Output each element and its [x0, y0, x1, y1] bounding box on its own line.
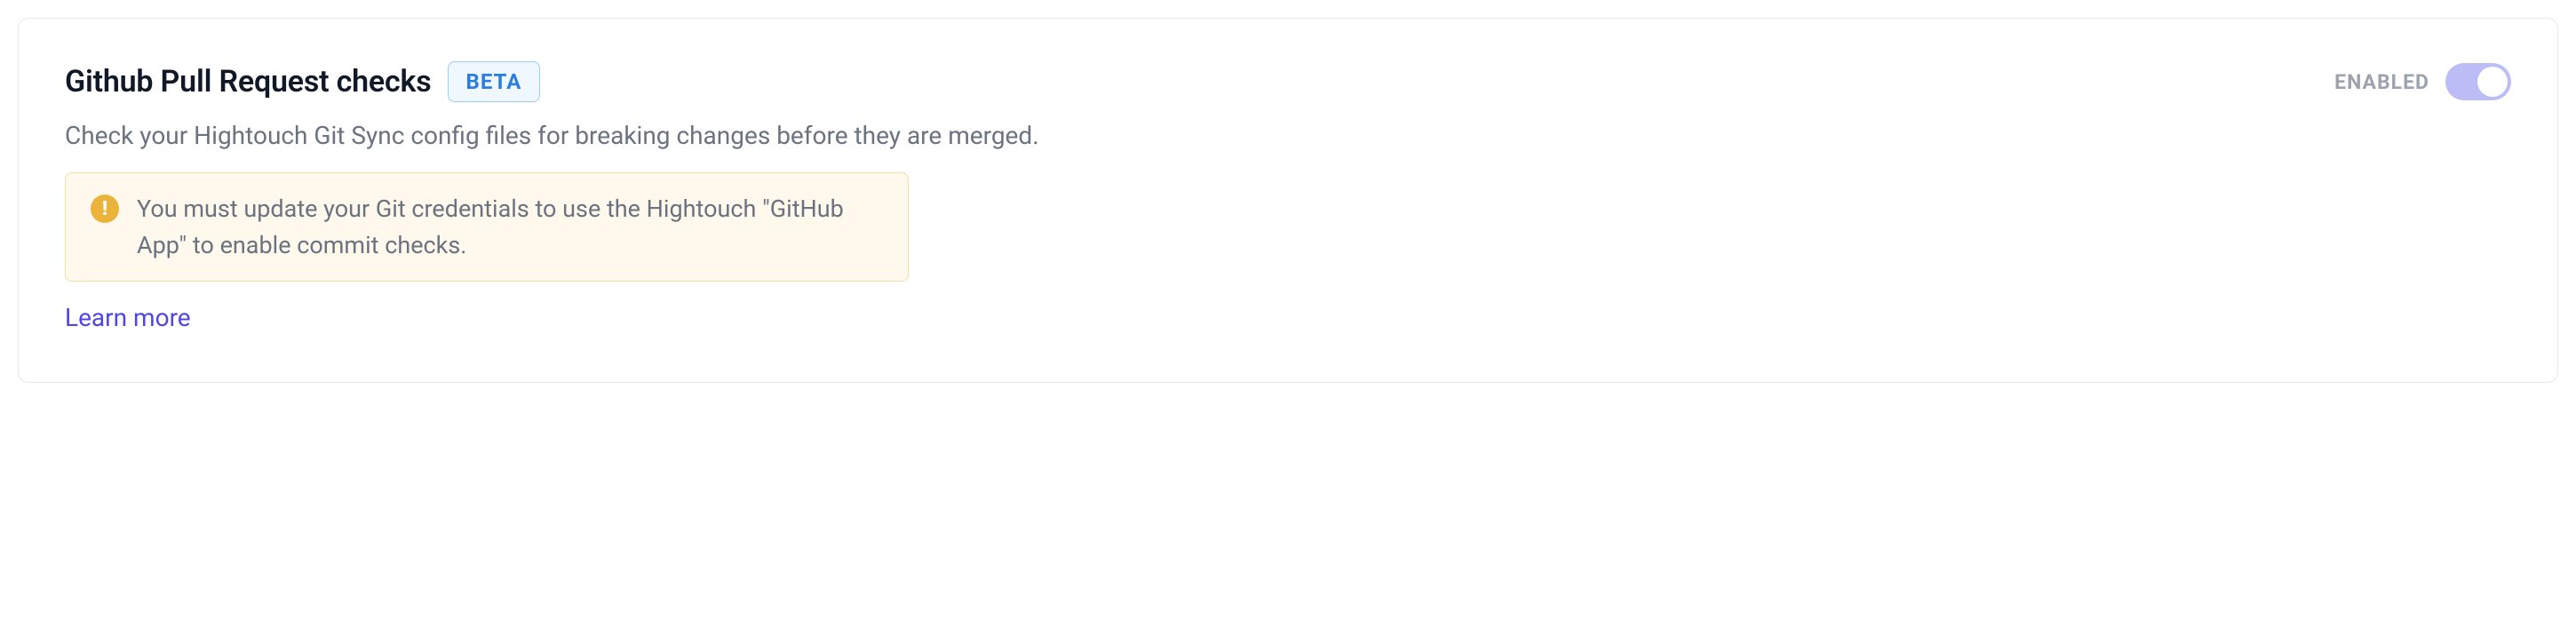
- card-description: Check your Hightouch Git Sync config fil…: [65, 118, 2511, 153]
- warning-box: ! You must update your Git credentials t…: [65, 172, 909, 282]
- toggle-label: ENABLED: [2334, 70, 2429, 94]
- warning-icon: !: [91, 195, 119, 223]
- warning-text: You must update your Git credentials to …: [137, 191, 883, 263]
- toggle-knob: [2477, 67, 2508, 97]
- title-group: Github Pull Request checks BETA: [65, 61, 540, 102]
- card-header: Github Pull Request checks BETA ENABLED: [65, 61, 2511, 102]
- learn-more-link[interactable]: Learn more: [65, 303, 191, 332]
- enable-toggle[interactable]: [2445, 63, 2511, 100]
- beta-badge: BETA: [448, 61, 541, 102]
- card-title: Github Pull Request checks: [65, 64, 432, 99]
- toggle-group: ENABLED: [2334, 63, 2511, 100]
- settings-card: Github Pull Request checks BETA ENABLED …: [18, 18, 2558, 383]
